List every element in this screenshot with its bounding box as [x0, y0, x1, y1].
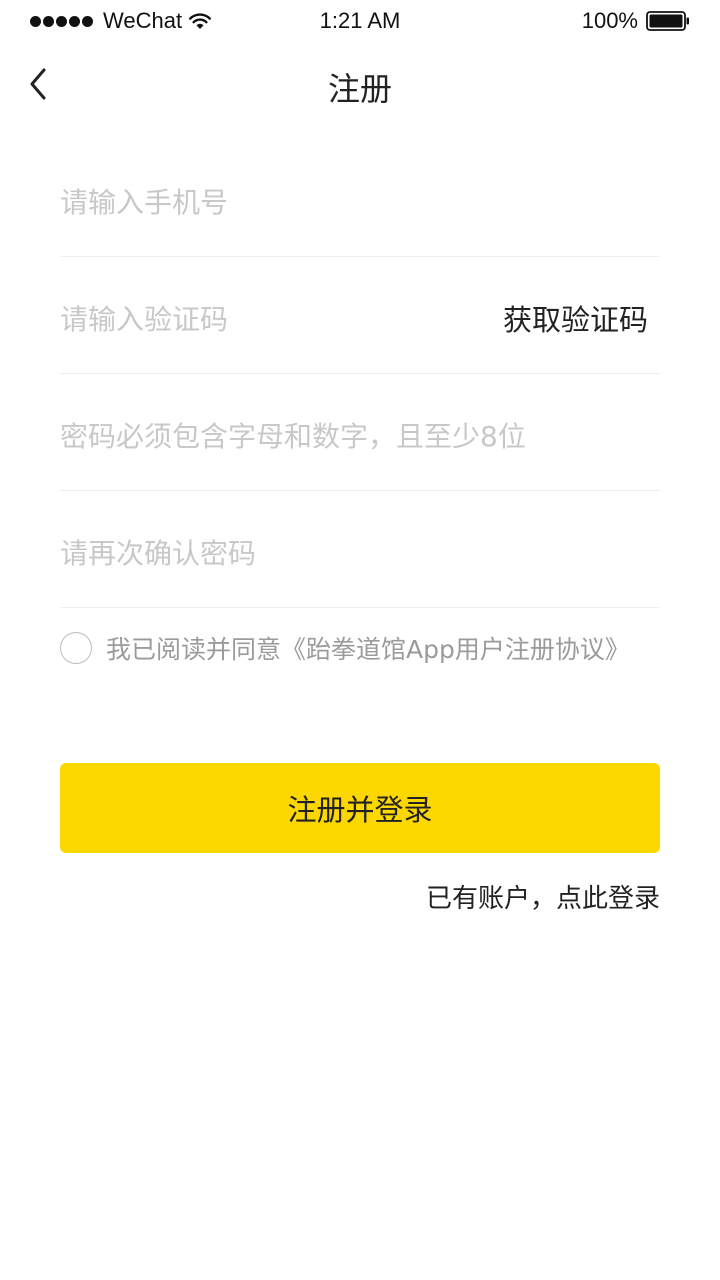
agreement-text[interactable]: 我已阅读并同意《跆拳道馆App用户注册协议》: [106, 630, 630, 666]
phone-field-row: [60, 140, 660, 257]
password-input[interactable]: [60, 412, 660, 460]
register-form: 获取验证码: [60, 140, 660, 608]
page-title: 注册: [327, 70, 392, 108]
login-link[interactable]: 已有账户，点此登录: [426, 878, 660, 915]
battery-percentage: 100%: [581, 8, 638, 33]
register-screen: WeChat 1:21 AM 100% 注册 请输入手机号 请输入验证码 获取验…: [0, 0, 720, 1280]
nav-bar: 注册: [0, 44, 720, 124]
verification-code-input[interactable]: [60, 295, 480, 343]
confirm-password-input[interactable]: [60, 529, 660, 577]
battery-icon: [646, 11, 689, 31]
get-code-button[interactable]: 获取验证码: [503, 297, 648, 339]
code-field-row: 获取验证码: [60, 257, 660, 374]
phone-input[interactable]: [60, 178, 660, 226]
status-bar: WeChat 1:21 AM 100%: [0, 0, 720, 40]
password-field-row: [60, 374, 660, 491]
agreement-row: 我已阅读并同意《跆拳道馆App用户注册协议》: [60, 630, 630, 666]
status-right: 100%: [582, 8, 690, 34]
confirm-password-field-row: [60, 491, 660, 608]
agreement-checkbox[interactable]: [60, 632, 92, 664]
register-login-button[interactable]: 注册并登录: [60, 763, 660, 853]
